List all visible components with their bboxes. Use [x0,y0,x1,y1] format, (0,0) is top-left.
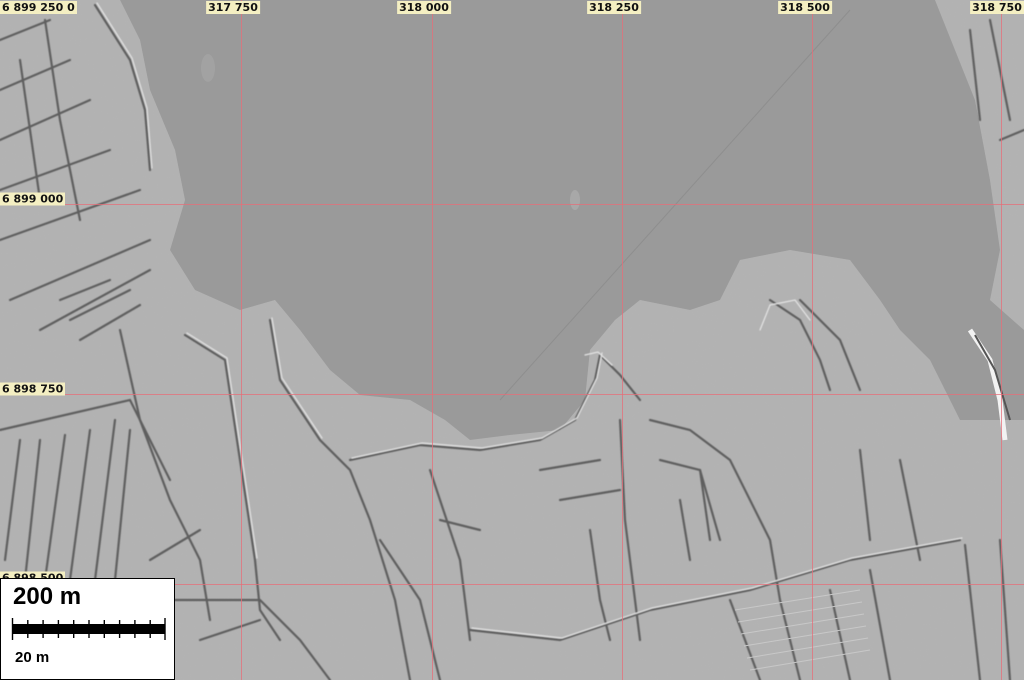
coord-label-northing: 6 898 750 [0,382,66,396]
map-viewport[interactable]: 6 899 250 0 317 750 318 000 318 250 318 … [0,0,1024,680]
grid-line-easting-5 [1001,0,1002,680]
grid-line-northing-2 [0,394,1024,395]
grid-line-easting-2 [432,0,433,680]
coord-label-easting: 317 750 [206,1,260,14]
grid-line-easting-3 [622,0,623,680]
scale-bar: 200 m 20 m [0,578,175,680]
coord-label-easting: 318 000 [397,1,451,14]
islet-west [201,54,215,82]
islet [570,190,580,210]
coord-label-easting: 318 500 [778,1,832,14]
grid-line-easting-4 [812,0,813,680]
coord-label-easting: 318 750 [970,1,1024,14]
grid-line-northing-1 [0,204,1024,205]
coord-label-easting: 318 250 [587,1,641,14]
coord-label-corner: 6 899 250 0 [0,1,77,14]
scale-ruler [11,618,166,640]
scale-minor-label: 20 m [15,649,50,666]
scale-main-label: 200 m [13,583,82,610]
grid-line-easting-1 [241,0,242,680]
coord-label-northing: 6 899 000 [0,192,66,206]
